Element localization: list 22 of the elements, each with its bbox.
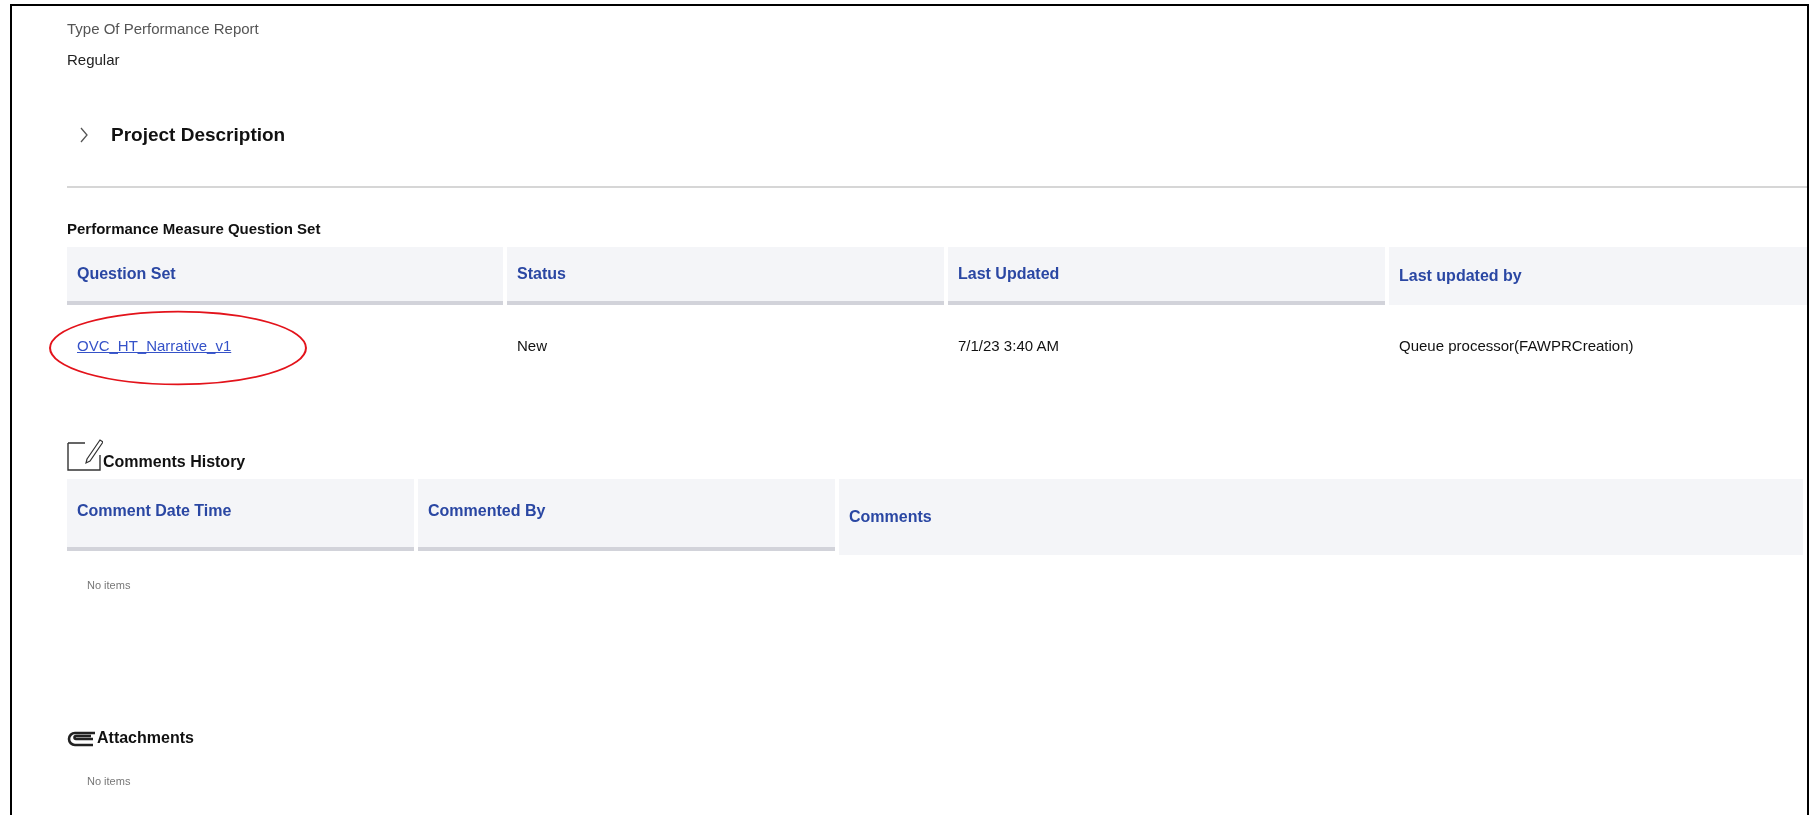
empty-message: No items — [87, 579, 132, 591]
column-header[interactable]: Comments — [839, 479, 1803, 555]
table-cell: 7/1/23 3:40 AM — [958, 336, 1059, 354]
column-header[interactable]: Comment Date Time — [67, 479, 414, 551]
column-header[interactable]: Last Updated — [948, 247, 1385, 305]
table-cell: New — [517, 336, 547, 354]
section-title[interactable]: Project Description — [111, 124, 286, 146]
section-title: Comments History — [103, 453, 246, 471]
column-header[interactable]: Commented By — [418, 479, 835, 551]
column-header[interactable]: Question Set — [67, 247, 503, 305]
table-cell: Queue processor(FAWPRCreation) — [1399, 336, 1634, 354]
empty-message: No items — [87, 775, 132, 787]
column-header[interactable]: Last updated by — [1389, 247, 1807, 305]
paperclip-icon — [67, 729, 97, 747]
question-set-link[interactable]: OVC_HT_Narrative_v1 — [77, 336, 232, 354]
chevron-icon[interactable] — [79, 127, 89, 143]
edit-icon — [67, 437, 103, 471]
column-header[interactable]: Status — [507, 247, 944, 305]
field-value: Regular — [67, 51, 121, 68]
section-title: Attachments — [97, 729, 194, 747]
table-title: Performance Measure Question Set — [67, 220, 322, 237]
field-label: Type Of Performance Report — [67, 20, 260, 37]
